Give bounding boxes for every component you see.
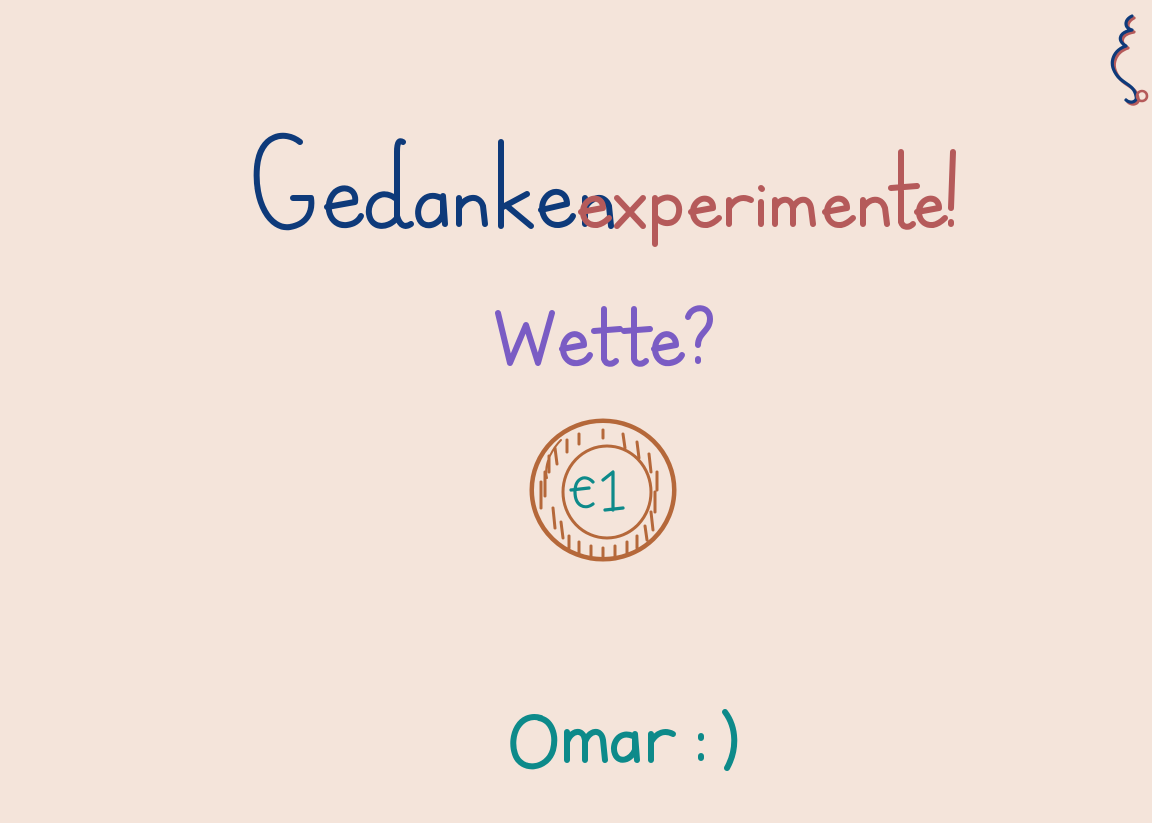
- slide: ξ Gedanken experimente!: [0, 0, 1152, 823]
- slide-subtitle: Wette?: [488, 295, 718, 385]
- author-signature: Omar :): [505, 700, 750, 785]
- coin-label: [569, 476, 595, 509]
- euro-coin-icon: [529, 418, 677, 562]
- coin-label-text: €1: [735, 412, 736, 413]
- slide-title: Gedanken experimente!: [245, 112, 965, 252]
- corner-xi-mark: ξ: [1100, 10, 1150, 110]
- coin-and-chart-illustration: €1: [495, 412, 735, 662]
